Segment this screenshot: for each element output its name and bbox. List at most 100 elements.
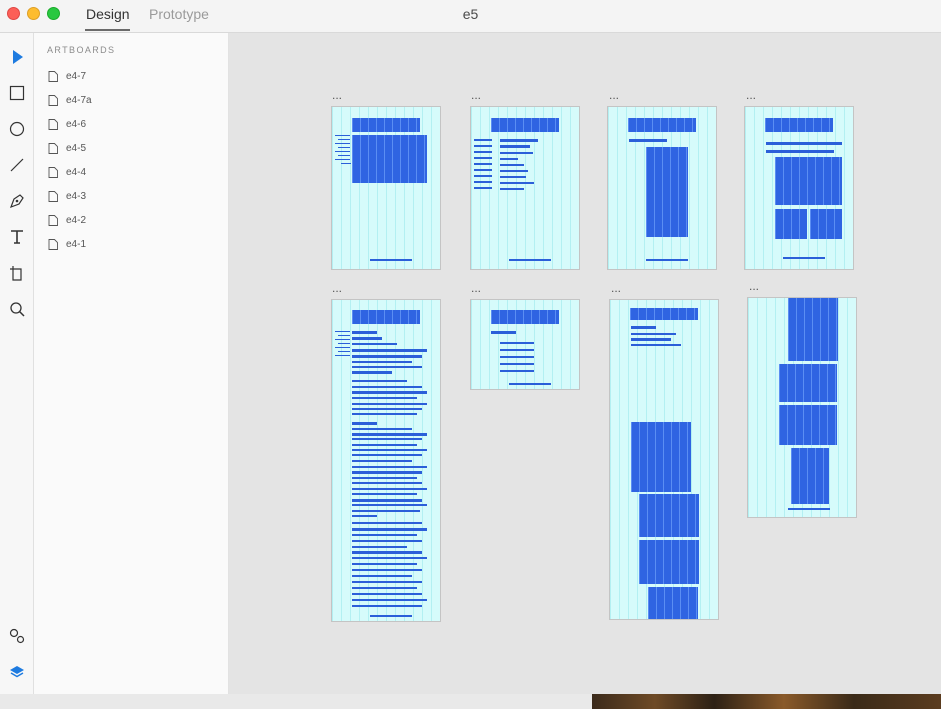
text-line-block	[509, 259, 551, 261]
artboard-thumbnail[interactable]	[331, 299, 441, 622]
select-tool-icon[interactable]	[4, 44, 30, 70]
artboard-menu-label[interactable]: ...	[332, 282, 342, 294]
text-line-block	[338, 351, 350, 352]
image-block	[775, 157, 842, 205]
text-line-block	[352, 528, 427, 531]
text-line-block	[370, 259, 412, 261]
text-line-block	[335, 143, 350, 144]
symbols-icon[interactable]	[4, 623, 30, 649]
text-line-block	[474, 169, 492, 171]
artboard-thumbnail[interactable]	[744, 106, 854, 270]
text-line-block	[474, 139, 492, 141]
text-line-block	[500, 349, 534, 351]
text-line-block	[629, 139, 667, 142]
artboard-menu-label[interactable]: ...	[471, 282, 481, 294]
text-line-block	[783, 257, 825, 259]
artboard-menu-label[interactable]: ...	[332, 89, 342, 101]
text-line-block	[474, 157, 492, 159]
text-line-block	[500, 342, 534, 344]
artboard-list-item[interactable]: e4-6	[48, 115, 218, 133]
artboard-icon	[48, 142, 58, 154]
text-line-block	[500, 370, 534, 372]
text-line-block	[766, 150, 834, 153]
text-line-block	[338, 343, 350, 344]
artboard-list-item[interactable]: e4-7a	[48, 91, 218, 109]
layers-icon[interactable]	[4, 659, 30, 685]
artboard-tool-icon[interactable]	[4, 260, 30, 286]
text-line-block	[352, 488, 427, 490]
image-block	[775, 209, 807, 239]
artboard-list-item[interactable]: e4-2	[48, 211, 218, 229]
text-line-block	[352, 361, 412, 363]
text-line-block	[352, 510, 420, 512]
text-line-block	[352, 499, 422, 502]
text-line-block	[352, 438, 422, 440]
artboard-thumbnail[interactable]	[470, 106, 580, 270]
text-line-block	[352, 557, 427, 559]
text-line-block	[352, 349, 427, 352]
ellipse-tool-icon[interactable]	[4, 116, 30, 142]
image-block	[630, 308, 698, 320]
artboard-thumbnail[interactable]	[607, 106, 717, 270]
artboard-thumbnail[interactable]	[747, 297, 857, 518]
artboard-thumbnail[interactable]	[470, 299, 580, 390]
text-line-block	[352, 355, 422, 358]
text-line-block	[352, 599, 427, 601]
artboard-menu-label[interactable]: ...	[746, 89, 756, 101]
artboard-thumbnail[interactable]	[331, 106, 441, 270]
artboard-list-item[interactable]: e4-5	[48, 139, 218, 157]
text-tool-icon[interactable]	[4, 224, 30, 250]
tab-prototype[interactable]: Prototype	[149, 6, 209, 22]
artboard-icon	[48, 118, 58, 130]
text-line-block	[631, 338, 671, 341]
text-line-block	[474, 151, 492, 153]
image-block	[779, 364, 837, 402]
text-line-block	[766, 142, 842, 145]
artboard-icon	[48, 214, 58, 226]
text-line-block	[352, 551, 422, 554]
text-line-block	[352, 515, 377, 517]
artboard-icon	[48, 190, 58, 202]
tab-design[interactable]: Design	[86, 6, 130, 22]
title-bar: e5 Design Prototype	[0, 0, 941, 33]
artboard-list-item[interactable]: e4-1	[48, 235, 218, 253]
text-line-block	[352, 569, 422, 571]
artboard-menu-label[interactable]: ...	[749, 280, 759, 292]
rectangle-tool-icon[interactable]	[4, 80, 30, 106]
text-line-block	[352, 587, 417, 589]
image-block	[352, 118, 420, 132]
text-line-block	[352, 466, 427, 468]
image-block	[639, 494, 699, 537]
text-line-block	[352, 371, 392, 374]
text-line-block	[338, 147, 350, 148]
text-line-block	[352, 413, 417, 415]
artboard-icon	[48, 94, 58, 106]
text-line-block	[352, 482, 422, 484]
artboard-list-item[interactable]: e4-7	[48, 67, 218, 85]
image-block	[491, 310, 559, 324]
text-line-block	[352, 391, 427, 394]
artboard-menu-label[interactable]: ...	[611, 282, 621, 294]
text-line-block	[352, 546, 407, 548]
text-line-block	[646, 259, 688, 261]
text-line-block	[500, 356, 534, 358]
image-block	[765, 118, 833, 132]
zoom-tool-icon[interactable]	[4, 296, 30, 322]
text-line-block	[500, 170, 528, 172]
artboard-menu-label[interactable]: ...	[609, 89, 619, 101]
artboard-list-item[interactable]: e4-3	[48, 187, 218, 205]
line-tool-icon[interactable]	[4, 152, 30, 178]
text-line-block	[500, 363, 534, 365]
pen-tool-icon[interactable]	[4, 188, 30, 214]
text-line-block	[341, 163, 351, 164]
artboard-list-item[interactable]: e4-4	[48, 163, 218, 181]
artboard-menu-label[interactable]: ...	[471, 89, 481, 101]
text-line-block	[631, 344, 681, 346]
text-line-block	[500, 188, 524, 190]
image-block	[791, 448, 829, 504]
text-line-block	[352, 581, 422, 583]
artboard-icon	[48, 166, 58, 178]
artboard-thumbnail[interactable]	[609, 299, 719, 620]
text-line-block	[352, 428, 412, 430]
text-line-block	[509, 383, 551, 385]
